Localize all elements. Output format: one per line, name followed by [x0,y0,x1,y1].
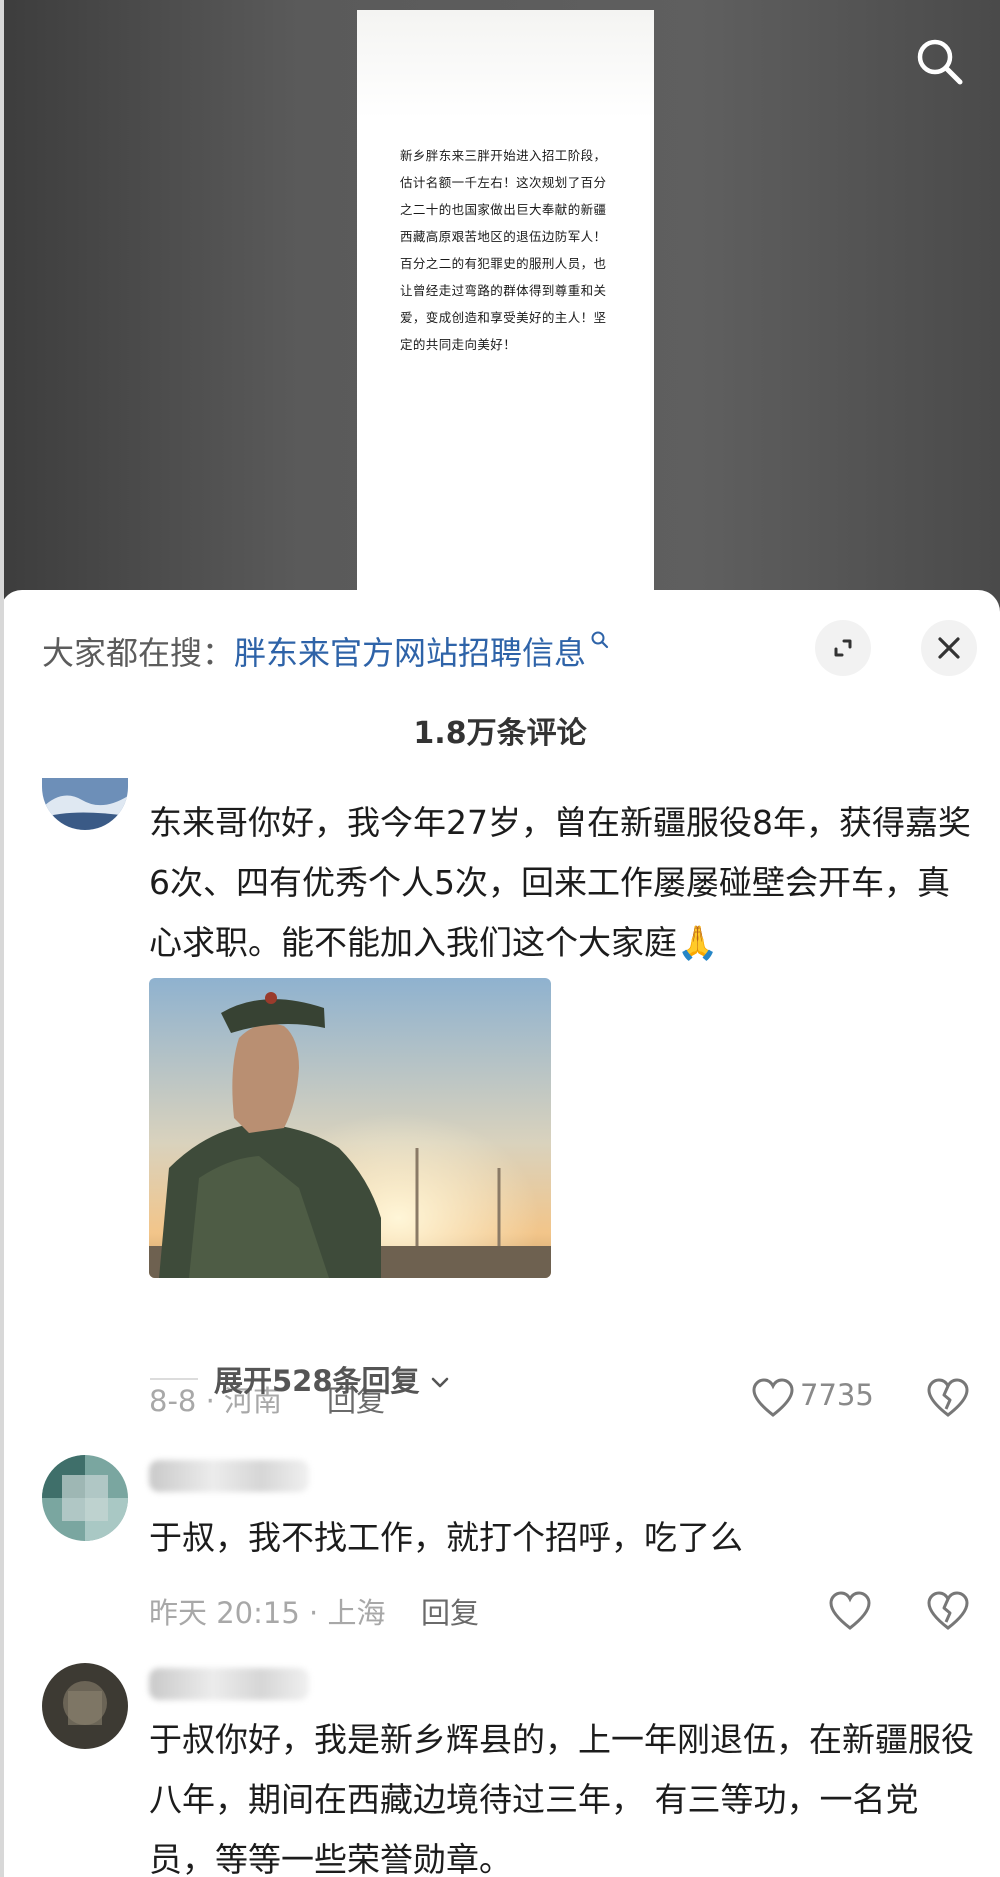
heart-icon[interactable] [827,1590,873,1632]
video-caption: 新乡胖东来三胖开始进入招工阶段，估计名额一千左右！这次规划了百分之二十的也国家做… [400,148,607,352]
divider [150,1378,198,1380]
expand-replies-button[interactable]: 展开528条回复 [214,1358,450,1400]
comment-date-location: 昨天 20:15 · 上海 [149,1596,386,1630]
edge-border [0,0,4,1877]
expand-replies-label: 展开528条回复 [214,1364,420,1398]
expand-icon[interactable] [815,620,871,676]
username-blurred [149,1668,309,1700]
comment-text: 于叔，我不找工作，就打个招呼，吃了么 [149,1518,743,1557]
like-count: 7735 [800,1378,874,1412]
hot-search-prefix: 大家都在搜： [42,634,235,672]
search-icon[interactable] [912,34,968,90]
app-frame: 新乡胖东来三胖开始进入招工阶段，估计名额一千左右！这次规划了百分之二十的也国家做… [0,0,1000,1877]
comment-photo[interactable] [149,978,551,1278]
hot-search-link[interactable]: 胖东来官方网站招聘信息 [234,634,586,672]
hot-search-bar: 大家都在搜：胖东来官方网站招聘信息 [42,628,610,674]
avatar[interactable] [42,1663,128,1749]
reply-button[interactable]: 回复 [421,1590,479,1632]
broken-heart-icon[interactable] [925,1590,971,1632]
comment-sheet: 大家都在搜：胖东来官方网站招聘信息 1.8万条评论 东来哥你好，我今年27岁，曾… [0,590,1000,1877]
avatar[interactable] [42,1455,128,1541]
chevron-down-icon [430,1364,450,1398]
comment-text: 于叔你好，我是新乡辉县的，上一年刚退伍，在新疆服役八年，期间在西藏边境待过三年，… [149,1720,974,1877]
broken-heart-icon[interactable] [925,1377,971,1419]
username-blurred [149,1460,309,1492]
avatar[interactable] [42,778,128,830]
search-icon[interactable] [590,620,610,649]
comment-count: 1.8万条评论 [413,716,587,751]
close-icon[interactable] [921,620,977,676]
heart-icon[interactable] [750,1377,796,1419]
comment-text: 东来哥你好，我今年27岁，曾在新疆服役8年，获得嘉奖6次、四有优秀个人5次，回来… [149,803,971,962]
